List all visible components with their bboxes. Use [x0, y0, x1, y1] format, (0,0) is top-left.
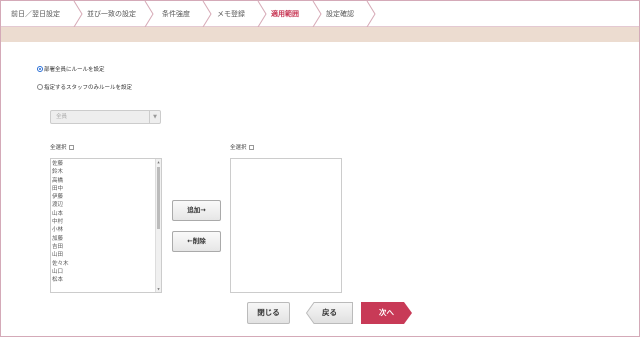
- add-button[interactable]: 追加→: [172, 200, 221, 221]
- right-select-all-label: 全選択: [230, 145, 247, 151]
- list-item[interactable]: 鈴木: [51, 168, 161, 176]
- back-button-label: 戻る: [322, 308, 337, 317]
- right-select-all-checkbox[interactable]: [248, 144, 254, 150]
- list-item[interactable]: 佐々木: [51, 260, 161, 268]
- chevron-right-icon: [144, 1, 154, 27]
- step-4[interactable]: メモ登録: [217, 1, 245, 27]
- radio-button-checked[interactable]: [37, 66, 43, 72]
- left-select-all-checkbox[interactable]: [68, 144, 74, 150]
- list-item[interactable]: 小林: [51, 226, 161, 234]
- list-item[interactable]: 山本: [51, 210, 161, 218]
- list-item[interactable]: 渡辺: [51, 201, 161, 209]
- radio-label-selected: 指定するスタッフのみルールを設定: [44, 85, 133, 91]
- scroll-down-icon[interactable]: ▼: [156, 286, 161, 292]
- left-select-all-label: 全選択: [50, 145, 67, 151]
- list-item[interactable]: 田中: [51, 185, 161, 193]
- radio-option-all[interactable]: 部署全員にルールを設定: [37, 64, 105, 74]
- next-button[interactable]: 次へ: [361, 302, 412, 324]
- department-select[interactable]: 全員 ▼: [50, 110, 161, 124]
- next-button-label: 次へ: [379, 308, 394, 317]
- chevron-right-icon: [73, 1, 83, 27]
- selected-staff-list[interactable]: [230, 158, 342, 293]
- radio-button[interactable]: [37, 84, 43, 90]
- scrollbar-thumb[interactable]: [157, 167, 160, 229]
- list-item[interactable]: 佐藤: [51, 160, 161, 168]
- list-item[interactable]: 加藤: [51, 235, 161, 243]
- step-breadcrumb: 前日／翌日設定 並び一致の設定 条件強度 メモ登録 適用範囲 設定確認: [1, 1, 639, 27]
- left-select-all[interactable]: 全選択: [50, 143, 74, 151]
- chevron-right-icon: [202, 1, 212, 27]
- close-button[interactable]: 閉じる: [247, 302, 290, 324]
- step-1[interactable]: 前日／翌日設定: [11, 1, 60, 27]
- list-item[interactable]: 吉田: [51, 243, 161, 251]
- step-3[interactable]: 条件強度: [162, 1, 190, 27]
- step-2[interactable]: 並び一致の設定: [87, 1, 136, 27]
- step-5[interactable]: 適用範囲: [271, 1, 299, 27]
- step-6[interactable]: 設定確認: [326, 1, 354, 27]
- list-item[interactable]: 山田: [51, 251, 161, 259]
- list-item[interactable]: 松本: [51, 276, 161, 284]
- list-item[interactable]: 山口: [51, 268, 161, 276]
- staff-list-items: 佐藤 鈴木 高橋 田中 伊藤 渡辺 山本 中村 小林 加藤 吉田 山田 佐々木 山口 松本: [51, 159, 161, 284]
- chevron-right-icon: [257, 1, 267, 27]
- right-select-all[interactable]: 全選択: [230, 143, 254, 151]
- header-band: [1, 27, 639, 42]
- scroll-up-icon[interactable]: ▲: [156, 159, 161, 165]
- chevron-right-icon: [312, 1, 322, 27]
- radio-label-all: 部署全員にルールを設定: [44, 67, 105, 73]
- chevron-down-icon: ▼: [149, 111, 160, 123]
- staff-list[interactable]: 佐藤 鈴木 高橋 田中 伊藤 渡辺 山本 中村 小林 加藤 吉田 山田 佐々木 山口 松本 ▲ ▼: [50, 158, 162, 293]
- remove-button[interactable]: ←削除: [172, 231, 221, 252]
- back-button[interactable]: 戻る: [306, 302, 353, 324]
- list-item[interactable]: 伊藤: [51, 193, 161, 201]
- radio-option-selected[interactable]: 指定するスタッフのみルールを設定: [37, 82, 132, 92]
- chevron-right-icon: [366, 1, 376, 27]
- list-item[interactable]: 中村: [51, 218, 161, 226]
- staff-list-scrollbar[interactable]: ▲ ▼: [155, 159, 161, 292]
- department-select-value: 全員: [56, 114, 68, 120]
- list-item[interactable]: 高橋: [51, 177, 161, 185]
